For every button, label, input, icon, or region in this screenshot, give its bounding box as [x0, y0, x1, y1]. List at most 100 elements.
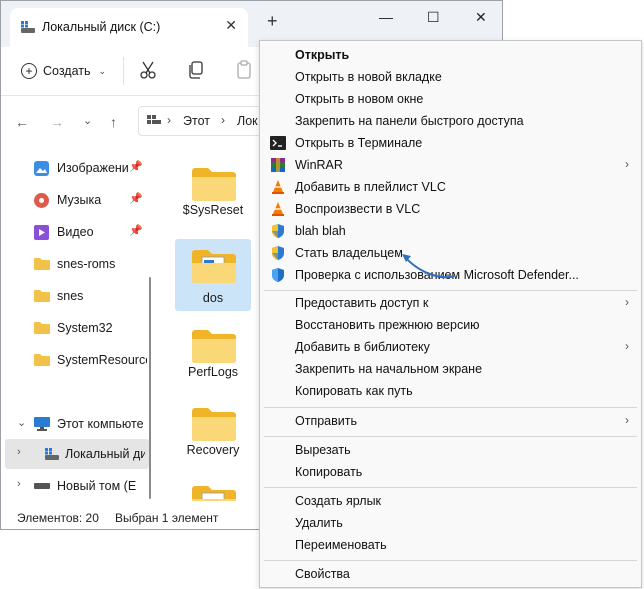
- minimize-button[interactable]: —: [379, 9, 393, 25]
- menu-item-label: Свойства: [295, 567, 350, 581]
- menu-item-label: Закрепить на панели быстрого доступа: [295, 114, 524, 128]
- submenu-arrow-icon: ›: [625, 413, 629, 427]
- vlc-icon: [272, 202, 284, 216]
- back-arrow-icon[interactable]: ←: [15, 114, 29, 130]
- create-button[interactable]: + Создать ⌄: [21, 61, 106, 81]
- file-label: Recovery: [186, 443, 240, 457]
- menu-item-vlc-playlist[interactable]: Добавить в плейлист VLC: [260, 176, 641, 198]
- menu-item-label: Воспроизвести в VLC: [295, 202, 421, 216]
- file-item[interactable]: Recovery: [175, 397, 251, 467]
- folder-icon: [192, 168, 236, 201]
- menu-item-label: Открыть в новой вкладке: [295, 70, 442, 84]
- video-icon: [34, 225, 49, 240]
- menu-item-pin-start[interactable]: Закрепить на начальном экране: [260, 358, 641, 380]
- sidebar-item-label: Локальный ди: [65, 447, 145, 461]
- menu-item-open-terminal[interactable]: Открыть в Терминале: [260, 132, 641, 154]
- sidebar-scrollbar[interactable]: [149, 277, 151, 499]
- menu-item-copy-path[interactable]: Копировать как путь: [260, 380, 641, 402]
- tab-local-disk[interactable]: Локальный диск (C:) ✕: [10, 8, 248, 47]
- sidebar-item-label: Этот компьюте: [57, 417, 144, 431]
- submenu-arrow-icon: ›: [625, 295, 629, 309]
- sidebar-item-system32[interactable]: System32: [1, 313, 149, 343]
- item-count: Элементов: 20: [17, 511, 99, 525]
- menu-item-label: Открыть в новом окне: [295, 92, 424, 106]
- menu-item-properties[interactable]: Свойства: [260, 563, 641, 585]
- menu-item-label: Стать владельцем: [295, 246, 403, 260]
- cut-icon[interactable]: [139, 60, 157, 80]
- sidebar-item-this-pc[interactable]: ⌄ Этот компьюте: [1, 409, 149, 439]
- terminal-icon: [270, 136, 286, 150]
- menu-item-pin-quick-access[interactable]: Закрепить на панели быстрого доступа: [260, 110, 641, 132]
- pin-icon: 📌: [129, 225, 143, 237]
- menu-item-open-new-window[interactable]: Открыть в новом окне: [260, 88, 641, 110]
- menu-item-label: Создать ярлык: [295, 494, 382, 508]
- sidebar-item-snes[interactable]: snes: [1, 281, 149, 311]
- computer-icon: [147, 115, 161, 124]
- menu-item-label: Копировать как путь: [295, 384, 413, 398]
- menu-item-restore-version[interactable]: Восстановить прежнюю версию: [260, 314, 641, 336]
- sidebar-item-pictures[interactable]: Изображени 📌: [1, 153, 149, 183]
- sidebar-item-label: snes: [57, 289, 84, 303]
- file-item[interactable]: [175, 475, 251, 501]
- paste-icon[interactable]: [235, 60, 253, 80]
- menu-divider: [264, 407, 637, 408]
- selection-count: Выбран 1 элемент: [115, 511, 219, 525]
- music-icon: [34, 193, 49, 208]
- folder-icon: [34, 322, 50, 334]
- sidebar-item-local-disk[interactable]: › Локальный ди: [5, 439, 149, 469]
- folder-icon: [34, 258, 50, 270]
- menu-item-send-to[interactable]: Отправить ›: [260, 410, 641, 432]
- menu-item-open[interactable]: Открыть: [260, 44, 641, 66]
- breadcrumb-separator-icon: ›: [221, 113, 225, 127]
- menu-item-label: Удалить: [295, 516, 343, 530]
- sidebar-item-video[interactable]: Видео 📌: [1, 217, 149, 247]
- menu-item-delete[interactable]: Удалить: [260, 512, 641, 534]
- menu-divider: [264, 487, 637, 488]
- menu-item-give-access[interactable]: Предоставить доступ к ›: [260, 292, 641, 314]
- defender-icon: [272, 268, 284, 282]
- sidebar-item-new-volume[interactable]: › Новый том (E: [1, 471, 149, 501]
- file-item-selected[interactable]: dos: [175, 239, 251, 311]
- menu-item-rename[interactable]: Переименовать: [260, 534, 641, 556]
- submenu-arrow-icon: ›: [625, 339, 629, 353]
- file-label: PerfLogs: [187, 365, 239, 379]
- sidebar-item-music[interactable]: Музыка 📌: [1, 185, 149, 215]
- recent-chevron-icon[interactable]: ⌄: [83, 114, 92, 127]
- sidebar-item-snes-roms[interactable]: snes-roms: [1, 249, 149, 279]
- file-label: dos: [202, 291, 224, 305]
- tab-close-button[interactable]: ✕: [225, 17, 237, 34]
- plus-icon: +: [21, 63, 37, 79]
- chevron-right-icon[interactable]: ›: [17, 478, 21, 490]
- menu-item-vlc-play[interactable]: Воспроизвести в VLC: [260, 198, 641, 220]
- menu-item-create-shortcut[interactable]: Создать ярлык: [260, 490, 641, 512]
- vlc-icon: [272, 180, 284, 194]
- chevron-down-icon: ⌄: [98, 65, 107, 76]
- annotation-arrow-icon: [402, 254, 455, 279]
- menu-item-winrar[interactable]: WinRAR ›: [260, 154, 641, 176]
- menu-item-blah-blah[interactable]: blah blah: [260, 220, 641, 242]
- file-item[interactable]: PerfLogs: [175, 319, 251, 389]
- breadcrumb-local-disk[interactable]: Лок: [237, 114, 258, 128]
- folder-icon: [192, 330, 236, 363]
- file-item[interactable]: $SysReset: [175, 157, 251, 227]
- menu-item-add-to-library[interactable]: Добавить в библиотеку ›: [260, 336, 641, 358]
- breadcrumb-this-pc[interactable]: Этот: [183, 114, 210, 128]
- menu-divider: [264, 560, 637, 561]
- chevron-down-icon[interactable]: ⌄: [17, 416, 26, 429]
- menu-item-cut[interactable]: Вырезать: [260, 439, 641, 461]
- sidebar-item-label: SystemResource: [57, 353, 147, 367]
- menu-item-open-new-tab[interactable]: Открыть в новой вкладке: [260, 66, 641, 88]
- menu-item-copy[interactable]: Копировать: [260, 461, 641, 483]
- menu-item-label: blah blah: [295, 224, 346, 238]
- window-close-button[interactable]: ✕: [475, 9, 487, 26]
- menu-item-label: WinRAR: [295, 158, 343, 172]
- drive-icon: [34, 483, 50, 489]
- winrar-icon: [271, 158, 285, 172]
- copy-icon[interactable]: [187, 60, 205, 80]
- new-tab-button[interactable]: +: [267, 11, 278, 32]
- forward-arrow-icon[interactable]: →: [50, 114, 64, 130]
- sidebar-item-systemresources[interactable]: SystemResource: [1, 345, 149, 375]
- maximize-button[interactable]: ☐: [427, 9, 440, 26]
- chevron-right-icon[interactable]: ›: [17, 446, 21, 458]
- up-arrow-icon[interactable]: ↑: [110, 114, 117, 130]
